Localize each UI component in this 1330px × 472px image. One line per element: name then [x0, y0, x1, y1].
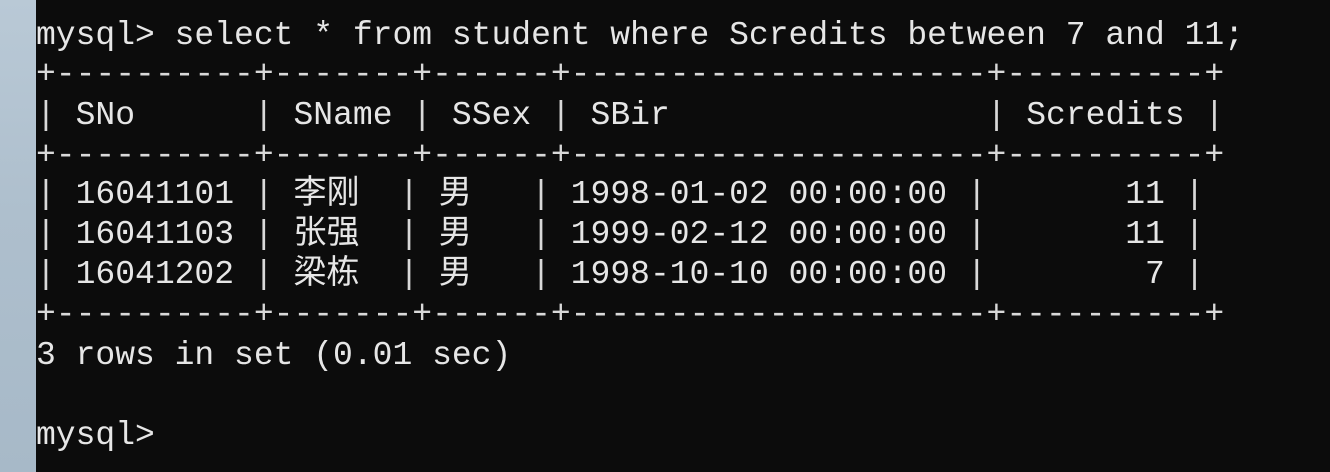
- table-column-divider: |: [36, 216, 56, 253]
- table-column-divider: |: [253, 256, 274, 293]
- table-row: | 16041202 | 梁栋 | 男 | 1998-10-10 00:00:0…: [36, 255, 1204, 295]
- table-column-divider: |: [36, 256, 56, 293]
- cell-sbir: 1998-10-10 00:00:00: [550, 256, 967, 293]
- table-column-divider: |: [531, 176, 551, 213]
- cell-sno: 16041202: [55, 256, 254, 293]
- cell-sno: 16041103: [55, 216, 254, 253]
- header-sname: SName: [273, 97, 413, 134]
- table-column-divider: |: [1184, 256, 1205, 293]
- screen: mysql> select * from student where Scred…: [0, 0, 1330, 472]
- cell-sno: 16041101: [55, 176, 254, 213]
- command-text: select * from student where Scredits bet…: [174, 17, 1244, 54]
- cell-ssex: 男: [418, 256, 532, 293]
- cell-ssex: 男: [418, 216, 532, 253]
- table-column-divider: |: [966, 176, 987, 213]
- table-column-divider: |: [253, 97, 274, 134]
- result-summary: 3 rows in set (0.01 sec): [36, 337, 512, 374]
- cell-scredits: 7: [986, 256, 1185, 293]
- table-header-row: | SNo | SName | SSex | SBir | Scredits |: [36, 96, 1224, 136]
- table-row: | 16041101 | 李刚 | 男 | 1998-01-02 00:00:0…: [36, 175, 1204, 215]
- table-column-divider: |: [531, 216, 551, 253]
- table-column-divider: |: [966, 256, 987, 293]
- prompt-idle[interactable]: mysql>: [36, 416, 155, 456]
- table-row: | 16041103 | 张强 | 男 | 1999-02-12 00:00:0…: [36, 215, 1204, 255]
- table-column-divider: |: [399, 216, 419, 253]
- cell-sname: 张强: [273, 216, 400, 253]
- cell-sname: 李刚: [273, 176, 400, 213]
- header-ssex: SSex: [432, 97, 551, 134]
- table-column-divider: |: [550, 97, 571, 134]
- table-column-divider: |: [36, 97, 56, 134]
- cell-sbir: 1999-02-12 00:00:00: [550, 216, 967, 253]
- header-sbir: SBir: [570, 97, 987, 134]
- table-column-divider: |: [986, 97, 1007, 134]
- cell-ssex: 男: [418, 176, 532, 213]
- cell-sname: 梁栋: [273, 256, 400, 293]
- table-column-divider: |: [1184, 216, 1205, 253]
- cell-sbir: 1998-01-02 00:00:00: [550, 176, 967, 213]
- table-border-top: +----------+-------+------+-------------…: [36, 56, 1225, 93]
- table-column-divider: |: [253, 216, 274, 253]
- table-border-middle: +----------+-------+------+-------------…: [36, 137, 1225, 174]
- table-column-divider: |: [966, 216, 987, 253]
- table-column-divider: |: [1204, 97, 1225, 134]
- table-column-divider: |: [1184, 176, 1205, 213]
- header-sno: SNo: [55, 97, 254, 134]
- table-column-divider: |: [399, 256, 419, 293]
- desktop-edge: [0, 0, 36, 472]
- table-border-bottom: +----------+-------+------+-------------…: [36, 296, 1225, 333]
- header-scredits: Scredits: [1006, 97, 1205, 134]
- terminal-window[interactable]: mysql> select * from student where Scred…: [36, 0, 1330, 472]
- table-column-divider: |: [531, 256, 551, 293]
- table-column-divider: |: [36, 176, 56, 213]
- table-column-divider: |: [253, 176, 274, 213]
- cell-scredits: 11: [986, 216, 1185, 253]
- cell-scredits: 11: [986, 176, 1185, 213]
- table-column-divider: |: [412, 97, 433, 134]
- table-column-divider: |: [399, 176, 419, 213]
- prompt: mysql>: [36, 17, 175, 54]
- command-line: mysql> select * from student where Scred…: [36, 16, 1244, 56]
